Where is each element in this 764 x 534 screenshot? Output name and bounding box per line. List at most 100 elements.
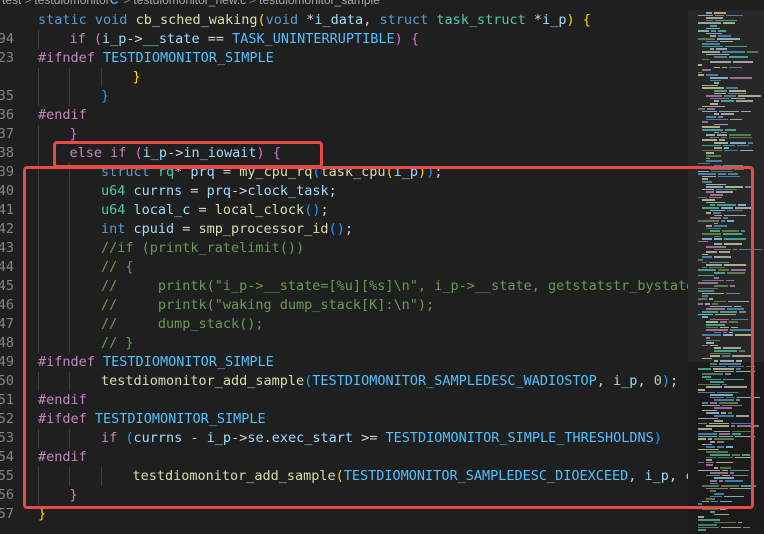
minimap-line <box>729 56 748 58</box>
minimap-line <box>698 526 719 529</box>
indent-guide <box>69 68 71 87</box>
minimap-line <box>706 53 729 56</box>
line-number: 53 <box>0 430 14 446</box>
breadcrumb-item[interactable]: testdiomonitor <box>34 0 109 7</box>
minimap-line <box>715 14 724 17</box>
minimap-line <box>698 529 706 531</box>
line-number: 36 <box>0 107 14 123</box>
line-number: 56 <box>0 487 14 503</box>
line-number: 52 <box>0 411 14 427</box>
line-number: 23 <box>0 50 14 66</box>
minimap-line <box>710 35 716 37</box>
line-number: 54 <box>0 449 14 465</box>
minimap-line <box>706 27 720 30</box>
code-token: TESTDIOMONITOR_SIMPLE <box>103 50 274 66</box>
line-number: 94 <box>0 31 14 47</box>
code-token: i_data <box>314 12 364 28</box>
minimap-line <box>702 139 717 141</box>
indent-guide <box>38 68 39 87</box>
minimap-line <box>714 521 736 524</box>
code-token: } <box>69 126 78 142</box>
minimap-line <box>722 51 745 53</box>
breadcrumb-item[interactable]: test <box>2 0 21 7</box>
minimap-line <box>706 40 718 43</box>
minimap-line <box>706 116 716 118</box>
minimap-line <box>721 113 734 115</box>
minimap-line <box>748 142 753 144</box>
code-line: 35} <box>0 87 690 106</box>
minimap-line <box>715 19 737 22</box>
minimap-line <box>698 38 715 40</box>
minimap-line <box>714 113 719 115</box>
code-line: 36 #endif <box>0 106 690 125</box>
minimap-line <box>698 71 702 74</box>
line-number: 38 <box>0 145 14 161</box>
line-number: 40 <box>0 183 14 199</box>
minimap-line <box>710 48 714 50</box>
minimap-line <box>710 25 717 27</box>
minimap-line <box>733 61 753 63</box>
breadcrumb-separator: > <box>24 0 32 7</box>
minimap-line <box>729 90 746 92</box>
minimap-line <box>729 134 751 136</box>
minimap-line <box>738 521 742 524</box>
minimap-line <box>721 526 741 529</box>
c-file-icon[interactable]: C <box>110 0 119 7</box>
code-token: #ifndef <box>38 50 95 66</box>
line-number: 50 <box>0 373 14 389</box>
code-token: i_p <box>542 12 567 28</box>
indent-guide <box>38 87 39 106</box>
breadcrumb-item[interactable]: testdiomonitor_new.c <box>133 0 246 7</box>
code-token: , <box>363 12 380 28</box>
minimap-line <box>731 97 745 100</box>
minimap-line <box>698 30 709 32</box>
minimap-line <box>706 152 714 154</box>
minimap-line <box>714 131 719 134</box>
minimap-line <box>726 14 743 17</box>
minimap-line <box>706 95 722 97</box>
code-token: * <box>298 12 315 28</box>
line-number: 45 <box>0 278 14 294</box>
minimap-line <box>718 116 723 118</box>
minimap-line <box>710 136 719 139</box>
breadcrumb-separator: > <box>249 0 257 7</box>
code-token: { <box>410 31 420 47</box>
indent-guide <box>38 144 39 163</box>
minimap-line <box>726 87 738 89</box>
code-token: ) <box>566 12 575 28</box>
line-number: 48 <box>0 335 14 351</box>
minimap-line <box>722 66 727 69</box>
minimap-line <box>714 513 729 516</box>
indent-guide <box>69 87 71 106</box>
minimap-line <box>714 12 726 14</box>
minimap-line <box>714 147 722 149</box>
minimap-line <box>737 144 749 147</box>
code-token: == <box>199 31 233 47</box>
line-number: 46 <box>0 297 14 313</box>
minimap-line <box>743 526 750 529</box>
minimap-line <box>720 40 733 43</box>
code-text: } <box>132 68 140 87</box>
minimap-line <box>706 19 713 22</box>
code-line: 23 #ifndef TESTDIOMONITOR_SIMPLE <box>0 49 690 68</box>
minimap-line <box>702 45 723 48</box>
minimap-line <box>716 48 727 50</box>
minimap-line <box>698 14 713 17</box>
minimap-line <box>721 136 727 139</box>
minimap-line <box>702 43 720 45</box>
minimap-line <box>710 79 721 82</box>
minimap-line <box>714 82 719 84</box>
breadcrumb-item[interactable]: testdiomonitor_sample <box>259 0 380 7</box>
indent-guide <box>38 125 39 144</box>
minimap-line <box>702 110 717 113</box>
code-token: #endif <box>38 107 87 123</box>
code-line: static void cb_sched_waking(void *i_data… <box>0 11 690 30</box>
minimap-line <box>698 519 720 521</box>
line-number: 42 <box>0 221 14 237</box>
code-line: 94 if (i_p->__state == TASK_UNINTERRUPTIB… <box>0 30 690 49</box>
minimap-line <box>698 64 702 66</box>
